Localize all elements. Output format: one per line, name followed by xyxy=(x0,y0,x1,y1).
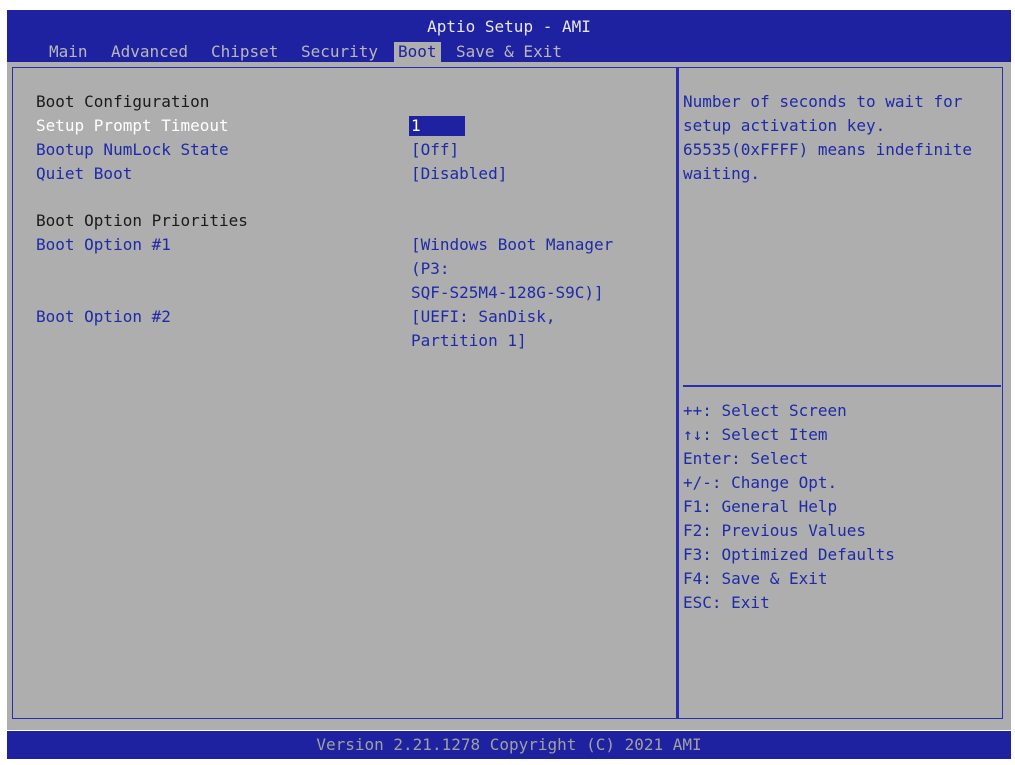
help-text-line: 65535(0xFFFF) means indefinite xyxy=(683,140,972,159)
key-hint-optimized-defaults: F3: Optimized Defaults xyxy=(683,545,895,564)
help-text-line: Number of seconds to wait for xyxy=(683,92,963,111)
tab-main[interactable]: Main xyxy=(45,42,92,62)
key-hint-enter: Enter: Select xyxy=(683,449,809,468)
key-hint-previous-values: F2: Previous Values xyxy=(683,521,867,540)
menu-tabs: Main Advanced Chipset Security Boot Save… xyxy=(7,42,1011,62)
tab-security[interactable]: Security xyxy=(297,42,382,62)
quiet-boot-value[interactable]: [Disabled] xyxy=(411,164,507,184)
boot-option-1-value-line[interactable]: (P3: xyxy=(411,259,450,279)
header-bar: Aptio Setup - AMI Main Advanced Chipset … xyxy=(7,10,1011,62)
key-hint-save-exit: F4: Save & Exit xyxy=(683,569,828,588)
tab-boot[interactable]: Boot xyxy=(394,42,441,62)
boot-option-priorities-heading: Boot Option Priorities xyxy=(36,211,248,230)
bootup-numlock-state-label[interactable]: Bootup NumLock State xyxy=(36,140,229,160)
setup-title: Aptio Setup - AMI xyxy=(427,17,591,36)
key-hint-select-item: ↑↓: Select Item xyxy=(683,425,828,444)
tab-chipset[interactable]: Chipset xyxy=(207,42,282,62)
boot-option-1-value-line[interactable]: SQF-S25M4-128G-S9C)] xyxy=(411,283,604,303)
help-panel: Number of seconds to wait for setup acti… xyxy=(677,67,1003,719)
settings-panel: Boot Configuration Setup Prompt Timeout … xyxy=(12,67,677,719)
boot-option-2-label[interactable]: Boot Option #2 xyxy=(36,307,171,327)
boot-option-2-value-line[interactable]: Partition 1] xyxy=(411,331,527,351)
key-hint-general-help: F1: General Help xyxy=(683,497,838,516)
boot-option-1-value-line[interactable]: [Windows Boot Manager xyxy=(411,235,613,255)
boot-option-1-label[interactable]: Boot Option #1 xyxy=(36,235,171,255)
bios-setup-screen: Aptio Setup - AMI Main Advanced Chipset … xyxy=(0,0,1015,765)
help-text-line: setup activation key. xyxy=(683,116,886,135)
key-hint-select-screen: ++: Select Screen xyxy=(683,401,847,420)
version-text: Version 2.21.1278 Copyright (C) 2021 AMI xyxy=(316,735,702,754)
boot-option-2-value-line[interactable]: [UEFI: SanDisk, xyxy=(411,307,556,327)
tab-save-exit[interactable]: Save & Exit xyxy=(452,42,566,62)
help-divider xyxy=(683,385,1001,387)
quiet-boot-label[interactable]: Quiet Boot xyxy=(36,164,132,184)
key-hint-esc-exit: ESC: Exit xyxy=(683,593,770,612)
body-area: Boot Configuration Setup Prompt Timeout … xyxy=(7,62,1011,730)
bootup-numlock-state-value[interactable]: [Off] xyxy=(411,140,459,160)
key-hint-change-opt: +/-: Change Opt. xyxy=(683,473,838,492)
help-text-line: waiting. xyxy=(683,164,761,183)
footer-bar: Version 2.21.1278 Copyright (C) 2021 AMI xyxy=(7,731,1011,759)
tab-advanced[interactable]: Advanced xyxy=(107,42,192,62)
setup-prompt-timeout-label[interactable]: Setup Prompt Timeout xyxy=(36,116,229,136)
setup-prompt-timeout-value[interactable]: 1 xyxy=(409,116,465,136)
boot-configuration-heading: Boot Configuration xyxy=(36,92,210,111)
